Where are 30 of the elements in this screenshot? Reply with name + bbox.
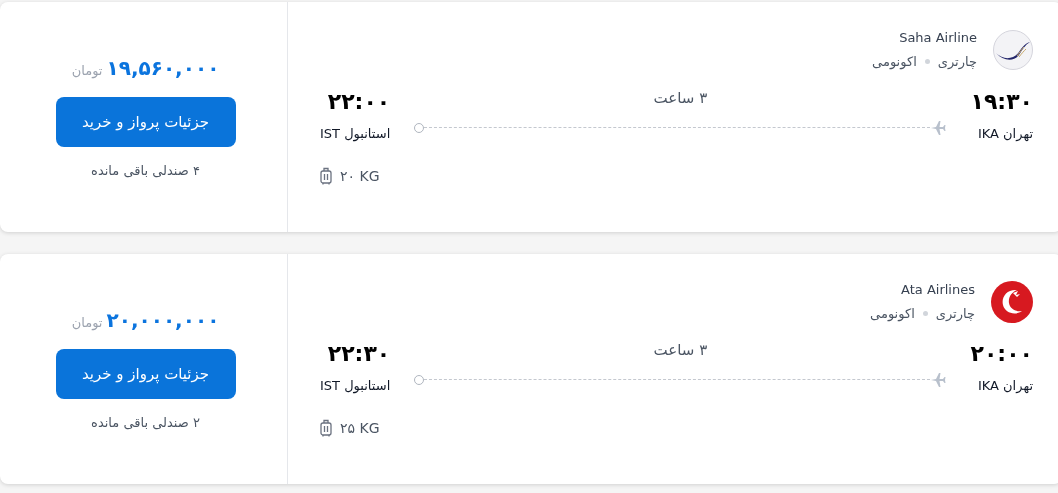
departure-time: ۱۹:۳۰ xyxy=(970,88,1033,116)
seats-remaining: ۴ صندلی باقی مانده xyxy=(91,162,200,181)
flight-duration: ۳ ساعت xyxy=(653,340,708,361)
suitcase-icon xyxy=(320,167,332,185)
arrival-airport: استانبول IST xyxy=(320,125,391,144)
baggage-allowance: ۲۵ KG xyxy=(340,418,380,438)
currency: تومان xyxy=(71,314,103,333)
baggage-allowance: ۲۰ KG xyxy=(340,166,380,186)
arrival-time: ۲۲:۰۰ xyxy=(327,88,391,116)
airline-name: Saha Airline xyxy=(899,29,977,47)
fare-tag: چارتری xyxy=(937,51,977,71)
price: ۲۰,۰۰۰,۰۰۰ xyxy=(106,307,220,335)
seats-remaining: ۲ صندلی باقی مانده xyxy=(91,414,200,433)
details-buy-button[interactable]: جزئیات پرواز و خرید xyxy=(55,97,236,148)
arrival-airport: استانبول IST xyxy=(320,377,391,396)
airline-logo xyxy=(993,29,1033,70)
suitcase-icon xyxy=(320,419,332,437)
airline-name: Ata Airlines xyxy=(901,281,975,299)
flight-duration: ۳ ساعت xyxy=(653,88,708,109)
airline-logo xyxy=(991,280,1033,323)
departure-airport: تهران IKA xyxy=(977,125,1033,143)
fare-tag: اکونومی xyxy=(870,303,915,323)
fare-tag: اکونومی xyxy=(872,51,917,71)
details-buy-button[interactable]: جزئیات پرواز و خرید xyxy=(55,349,236,400)
arrival-time: ۲۲:۳۰ xyxy=(327,340,391,368)
fare-tag: چارتری xyxy=(935,303,975,323)
departure-airport: تهران IKA xyxy=(977,377,1033,395)
price: ۱۹,۵۶۰,۰۰۰ xyxy=(106,55,220,83)
departure-time: ۲۰:۰۰ xyxy=(970,340,1033,368)
currency: تومان xyxy=(71,62,103,81)
